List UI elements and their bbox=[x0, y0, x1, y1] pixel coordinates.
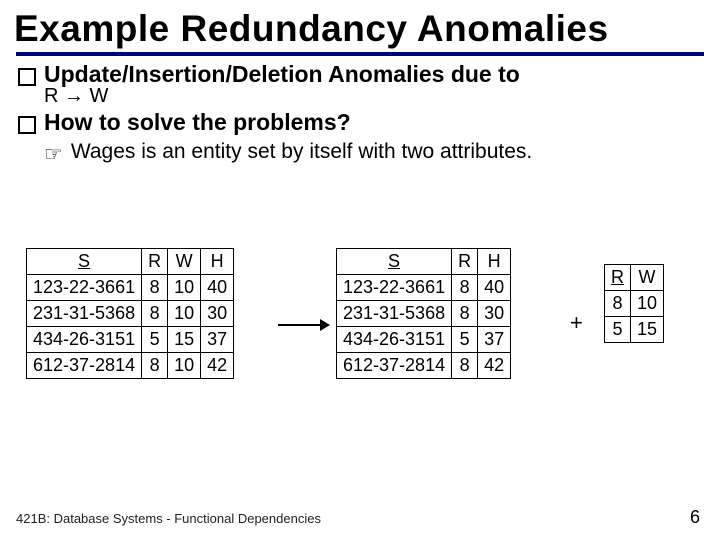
col-H: H bbox=[201, 249, 234, 275]
col-R: R bbox=[452, 249, 478, 275]
hand-bullet-icon: ☞ bbox=[44, 142, 63, 167]
table-row: 123-22-3661 8 10 40 bbox=[27, 275, 234, 301]
table-row: 434-26-3151 5 37 bbox=[337, 327, 511, 353]
table-row: 231-31-5368 8 30 bbox=[337, 301, 511, 327]
bullet-1: Update/Insertion/Deletion Anomalies due … bbox=[18, 62, 702, 87]
table-original: S R W H 123-22-3661 8 10 40 231-31-5368 … bbox=[26, 248, 234, 379]
bullet-2-text: How to solve the problems? bbox=[44, 110, 351, 135]
slide-title: Example Redundancy Anomalies bbox=[0, 0, 720, 50]
table-decomposed-2: R W 8 10 5 15 bbox=[604, 264, 664, 343]
table-row: 434-26-3151 5 15 37 bbox=[27, 327, 234, 353]
square-bullet-icon bbox=[18, 116, 36, 134]
table-decomposed-1: S R H 123-22-3661 8 40 231-31-5368 8 30 … bbox=[336, 248, 511, 379]
page-number: 6 bbox=[690, 507, 700, 528]
bullet-2-sub: ☞ Wages is an entity set by itself with … bbox=[44, 140, 702, 167]
table-row: 123-22-3661 8 40 bbox=[337, 275, 511, 301]
table-row: 612-37-2814 8 42 bbox=[337, 353, 511, 379]
bullet-list: Update/Insertion/Deletion Anomalies due … bbox=[0, 56, 720, 167]
arrow-icon bbox=[278, 318, 330, 332]
table-row: 612-37-2814 8 10 42 bbox=[27, 353, 234, 379]
bullet-1-text: Update/Insertion/Deletion Anomalies due … bbox=[44, 62, 520, 87]
square-bullet-icon bbox=[18, 68, 36, 86]
col-R: R bbox=[142, 249, 168, 275]
table-row: 8 10 bbox=[605, 291, 664, 317]
footer-course-title: 421B: Database Systems - Functional Depe… bbox=[16, 511, 321, 526]
slide: Example Redundancy Anomalies Update/Inse… bbox=[0, 0, 720, 540]
col-S: S bbox=[78, 251, 90, 271]
col-W: W bbox=[631, 265, 664, 291]
col-H: H bbox=[478, 249, 511, 275]
col-S: S bbox=[388, 251, 400, 271]
plus-sign: + bbox=[570, 310, 583, 336]
functional-dependency-formula: R → W bbox=[44, 85, 702, 108]
table-row: 231-31-5368 8 10 30 bbox=[27, 301, 234, 327]
col-W: W bbox=[168, 249, 201, 275]
col-R: R bbox=[611, 267, 624, 287]
bullet-2-sub-text: Wages is an entity set by itself with tw… bbox=[71, 140, 532, 164]
table-row: 5 15 bbox=[605, 317, 664, 343]
bullet-2: How to solve the problems? bbox=[18, 110, 702, 135]
